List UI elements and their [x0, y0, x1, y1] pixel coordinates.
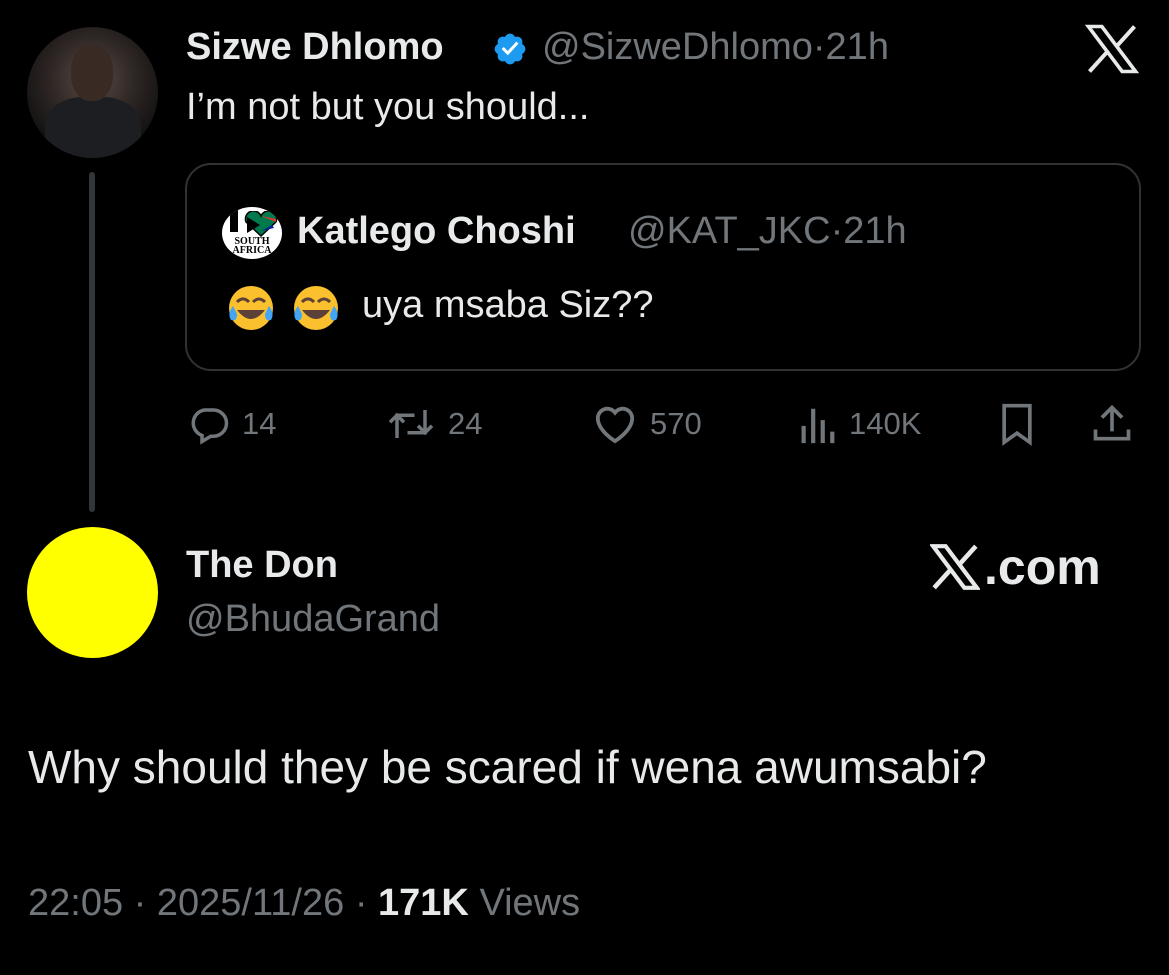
like-count: 570 — [650, 406, 702, 441]
author-handle-time[interactable]: @SizweDhlomo·21h — [542, 26, 889, 69]
quoted-tweet-card[interactable] — [185, 163, 1141, 371]
share-icon — [1093, 404, 1131, 441]
quoted-author-name[interactable]: Katlego Choshi — [297, 210, 576, 253]
like-icon — [595, 406, 635, 444]
x-com-watermark: .com — [930, 538, 1101, 596]
reply-count: 14 — [242, 406, 277, 441]
reply-button[interactable]: 14 — [188, 402, 276, 446]
views-button[interactable]: 140K — [797, 402, 921, 446]
verified-badge-icon — [494, 33, 526, 65]
bookmark-icon — [1002, 403, 1032, 446]
avatar-katlego-choshi[interactable]: SOUTH AFRICA — [222, 207, 282, 259]
views-icon — [801, 408, 835, 444]
thread-connector-line — [89, 172, 95, 512]
views-count: 140K — [849, 406, 922, 441]
post-views-label: Views — [479, 882, 581, 924]
reply-author-handle[interactable]: @BhudaGrand — [186, 598, 440, 641]
reply-author-name[interactable]: The Don — [186, 544, 338, 587]
reply-text: Why should they be scared if wena awumsa… — [28, 741, 987, 793]
quoted-author-handle-time[interactable]: @KAT_JKC·21h — [628, 210, 907, 253]
x-logo-icon[interactable] — [1085, 24, 1139, 74]
post-views-count[interactable]: 171K — [378, 882, 469, 924]
repost-button[interactable]: 24 — [386, 402, 482, 446]
tears-of-joy-emoji-icon — [294, 286, 338, 330]
reply-icon — [191, 408, 229, 445]
post-metadata: 22:05 · 2025/11/26 · 171K Views — [28, 882, 581, 924]
post-time: 22:05 — [28, 882, 124, 924]
like-button[interactable]: 570 — [592, 402, 702, 446]
share-button[interactable] — [1090, 402, 1134, 446]
bookmark-button[interactable] — [998, 402, 1036, 446]
avatar-the-don[interactable] — [27, 527, 158, 658]
quoted-tweet-text: uya msaba Siz?? — [362, 284, 654, 326]
tears-of-joy-emoji-icon — [229, 286, 273, 330]
sa-flag-heart-icon — [244, 211, 278, 237]
author-name[interactable]: Sizwe Dhlomo — [186, 26, 444, 69]
post-date: 2025/11/26 — [156, 882, 345, 924]
avatar-sizwe-dhlomo[interactable] — [27, 27, 158, 158]
x-logo-icon — [930, 544, 980, 590]
tweet-text: I’m not but you should... — [186, 86, 590, 128]
repost-icon — [388, 410, 434, 438]
repost-count: 24 — [448, 406, 483, 441]
